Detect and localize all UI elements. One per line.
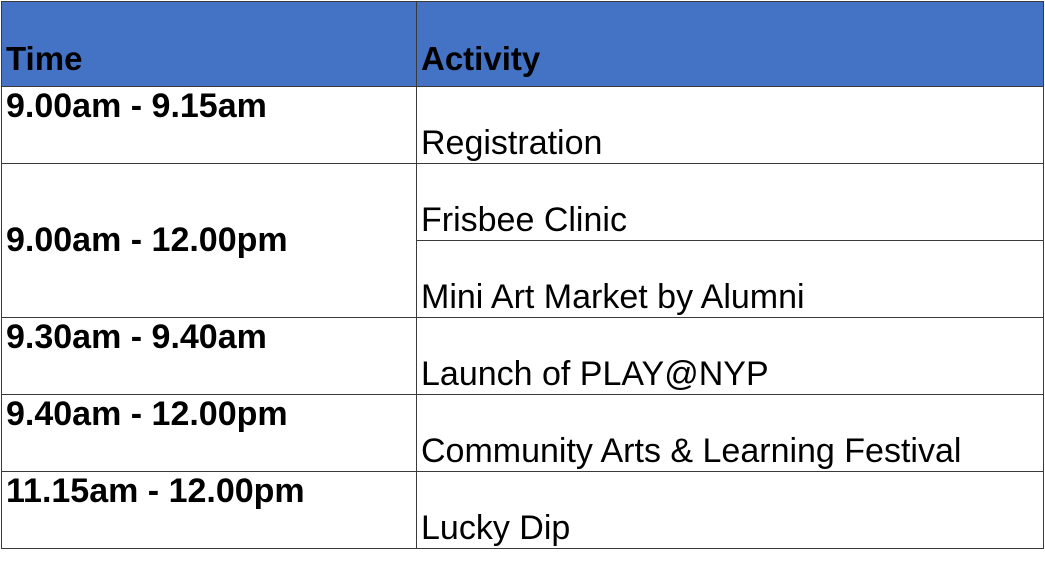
activity-cell: Registration bbox=[416, 86, 1044, 164]
time-cell: 9.00am - 9.15am bbox=[1, 86, 417, 164]
schedule-table: Time Activity 9.00am - 9.15am Registrati… bbox=[1, 1, 1044, 549]
time-cell: 9.30am - 9.40am bbox=[1, 317, 417, 395]
table-row: 9.30am - 9.40am Launch of PLAY@NYP bbox=[1, 317, 1044, 395]
activity-cell: Community Arts & Learning Festival bbox=[416, 394, 1044, 472]
table-row: 9.40am - 12.00pm Community Arts & Learni… bbox=[1, 394, 1044, 472]
table-row: 9.00am - 9.15am Registration bbox=[1, 86, 1044, 164]
time-cell: 11.15am - 12.00pm bbox=[1, 471, 417, 549]
table-row: 9.00am - 12.00pm Frisbee Clinic bbox=[1, 163, 1044, 318]
time-cell: 9.40am - 12.00pm bbox=[1, 394, 417, 472]
activity-column-header: Activity bbox=[416, 1, 1044, 87]
table-header-row: Time Activity bbox=[1, 1, 1044, 87]
activity-cell: Mini Art Market by Alumni bbox=[416, 240, 1044, 318]
table-row: 11.15am - 12.00pm Lucky Dip bbox=[1, 471, 1044, 549]
activity-cell: Launch of PLAY@NYP bbox=[416, 317, 1044, 395]
activity-cell: Frisbee Clinic bbox=[416, 163, 1044, 241]
activity-cell: Lucky Dip bbox=[416, 471, 1044, 549]
time-column-header: Time bbox=[1, 1, 417, 87]
time-cell: 9.00am - 12.00pm bbox=[1, 163, 417, 318]
